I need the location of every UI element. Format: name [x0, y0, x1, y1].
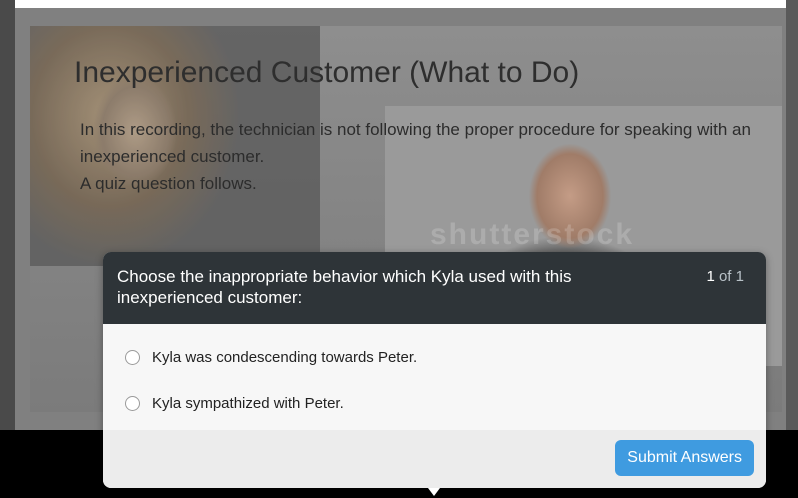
popup-pointer-icon [428, 488, 440, 496]
quiz-footer: Submit Answers [103, 430, 766, 488]
quiz-question: Choose the inappropriate behavior which … [117, 267, 572, 307]
slide-title: Inexperienced Customer (What to Do) [74, 56, 580, 89]
slide-paragraph: A quiz question follows. [80, 174, 257, 193]
question-counter: 1 of 1 [706, 266, 744, 287]
right-edge [786, 0, 798, 498]
answer-option[interactable]: Kyla was condescending towards Peter. [125, 346, 417, 368]
question-current: 1 [706, 268, 715, 285]
quiz-header: Choose the inappropriate behavior which … [103, 252, 766, 324]
watermark: shutterstock [430, 218, 635, 251]
answer-label: Kyla was condescending towards Peter. [152, 348, 418, 366]
top-strip [0, 0, 798, 8]
radio-button[interactable] [125, 349, 140, 365]
slide-body: In this recording, the technician is not… [80, 116, 780, 197]
radio-button[interactable] [125, 395, 140, 411]
submit-answers-button[interactable]: Submit Answers [615, 440, 754, 476]
question-total: of 1 [718, 268, 744, 285]
quiz-popup: Choose the inappropriate behavior which … [103, 252, 766, 488]
left-edge [0, 0, 15, 498]
slide-paragraph: In this recording, the technician is not… [80, 120, 751, 166]
answer-option[interactable]: Kyla sympathized with Peter. [125, 392, 344, 414]
answer-label: Kyla sympathized with Peter. [152, 394, 344, 412]
quiz-options: Kyla was condescending towards Peter. Ky… [103, 324, 766, 430]
